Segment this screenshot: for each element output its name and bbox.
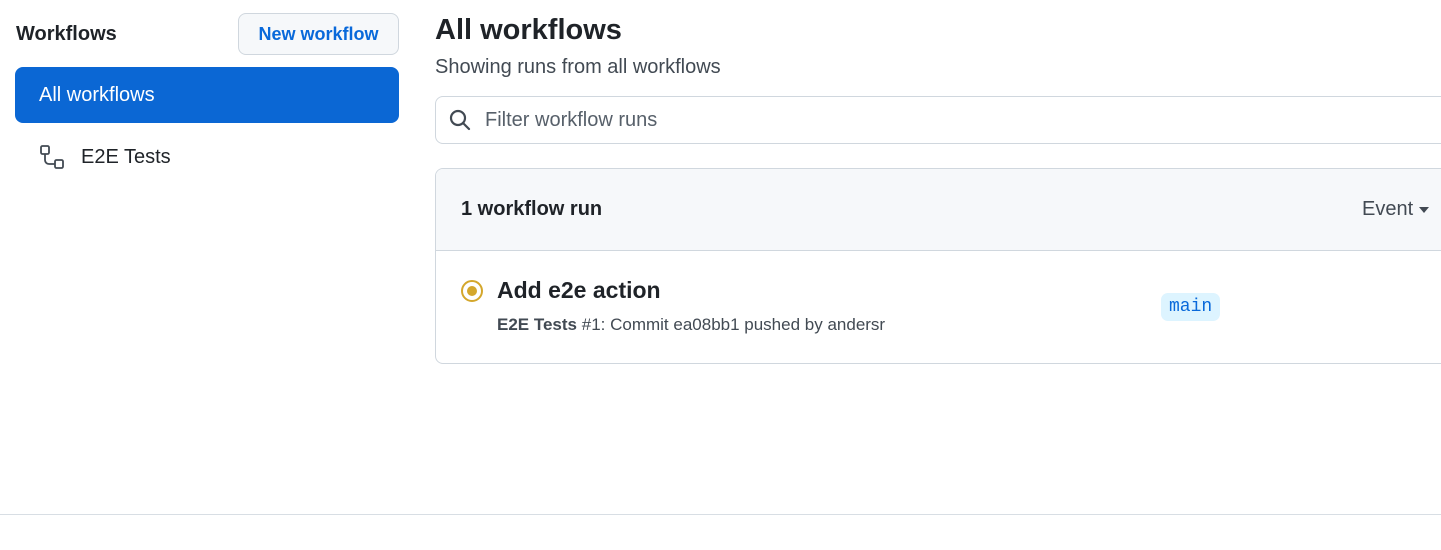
workflows-sidebar: Workflows New workflow All workflows E2E… bbox=[15, 13, 399, 185]
workflow-icon bbox=[38, 143, 66, 171]
filter-runs-input[interactable] bbox=[485, 108, 1385, 132]
run-workflow-name: E2E Tests bbox=[497, 315, 578, 334]
filter-runs-field[interactable] bbox=[435, 96, 1441, 144]
runs-list-header: 1 workflow run Event bbox=[436, 169, 1441, 251]
run-meta-details: #1: Commit ea08bb1 pushed by andersr bbox=[577, 315, 886, 334]
page-title: All workflows bbox=[435, 14, 622, 46]
run-meta: E2E Tests #1: Commit ea08bb1 pushed by a… bbox=[497, 315, 885, 335]
run-title-link[interactable]: Add e2e action bbox=[497, 277, 661, 304]
workflow-run-row[interactable]: Add e2e action E2E Tests #1: Commit ea08… bbox=[436, 251, 1441, 363]
sidebar-item-e2e-tests[interactable]: E2E Tests bbox=[15, 129, 399, 185]
sidebar-item-all-workflows[interactable]: All workflows bbox=[15, 67, 399, 123]
in-progress-status-icon bbox=[461, 280, 483, 302]
runs-count: 1 workflow run bbox=[461, 198, 603, 220]
event-filter-label: Event bbox=[1362, 198, 1414, 220]
footer-divider bbox=[0, 514, 1441, 515]
new-workflow-button[interactable]: New workflow bbox=[238, 13, 399, 55]
search-icon bbox=[449, 109, 471, 131]
event-filter-dropdown[interactable]: Event bbox=[1362, 198, 1430, 221]
branch-badge[interactable]: main bbox=[1161, 293, 1221, 321]
sidebar-title: Workflows bbox=[16, 22, 117, 45]
sidebar-header: Workflows New workflow bbox=[15, 13, 399, 55]
sidebar-item-label: E2E Tests bbox=[81, 145, 171, 168]
main-content: All workflows Showing runs from all work… bbox=[435, 12, 1441, 364]
caret-down-icon bbox=[1419, 206, 1430, 213]
page-subtitle: Showing runs from all workflows bbox=[435, 56, 721, 78]
workflow-runs-list: 1 workflow run Event Add e2e action E2E … bbox=[435, 168, 1441, 364]
sidebar-item-label: All workflows bbox=[39, 83, 155, 106]
status-dot bbox=[467, 286, 477, 296]
